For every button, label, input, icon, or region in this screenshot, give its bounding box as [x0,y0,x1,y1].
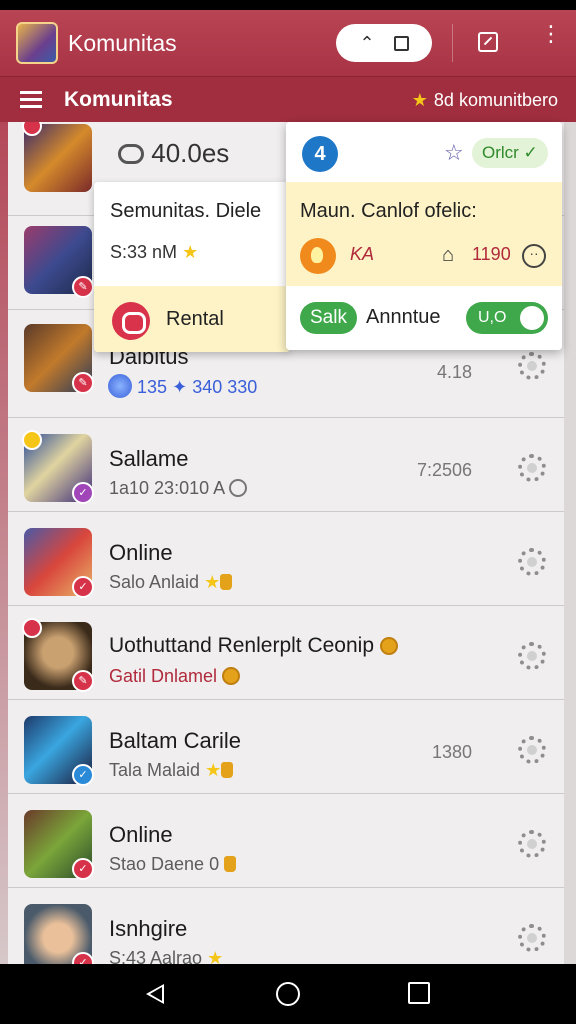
list-item[interactable]: ✓ Isnhgire S:43 Aalrao ★ [8,888,564,964]
diamond-icon [108,374,132,398]
menu-icon[interactable] [20,91,42,109]
list-item[interactable]: ✎ Uothuttand Renlerplt Ceonip Gatil Dnla… [8,606,564,700]
plus-icon: ✦ [172,377,188,397]
settings-icon[interactable] [518,642,546,670]
popup-title: Semunitas. Diele [110,200,262,222]
status-badge: ✓ [72,764,94,786]
coin-icon [222,667,241,685]
status-bar [0,0,576,10]
badge-icon [22,430,42,450]
home-button-icon[interactable] [276,982,300,1006]
popup-label: KA [350,244,375,264]
settings-icon[interactable] [518,454,546,482]
star-icon: ★ [182,242,199,262]
rental-label: Rental [166,308,224,330]
row-title: Sallame [109,446,189,471]
popup-number: 1190 [472,244,511,264]
row-subtitle: 1a10 23:010 A [109,478,225,498]
row-subtitle: Tala Malaid [109,760,201,780]
clock-icon [229,479,248,497]
row-title: Online [109,822,173,847]
app-title: Komunitas [68,30,177,56]
row-subtitle: S:43 Aalrao [109,948,203,964]
more-vert-icon[interactable]: ⋮ [540,23,562,45]
row-title: Isnhgire [109,916,188,941]
list-item[interactable]: ✓ Online Salo Anlaid ★ [8,512,564,606]
rental-action[interactable]: Rental [94,286,290,352]
window-controls-pill[interactable]: ⌃ [336,24,432,62]
bag-icon [224,856,237,872]
avatar: 4 [302,136,338,172]
system-nav-bar [0,964,576,1024]
settings-icon[interactable] [518,352,546,380]
status-badge: ✓ [72,576,94,598]
list-item[interactable]: ✓ Baltam Carile Tala Malaid ★ 1380 [8,700,564,794]
community-count: ★ 8d komunitbero [412,90,558,111]
row-subtitle: Gatil Dnlamel [109,666,218,686]
popup-footer: Salk Annntue U,O [286,286,562,350]
row-meta: 7:2506 [416,460,472,480]
chat-icon [112,302,150,340]
controller-icon [118,144,144,164]
app-bar: Komunitas ⌃ ⋮ [0,10,576,76]
list-item[interactable]: ✓ Online Stao Daene 0 [8,794,564,888]
star-icon: ★ [205,760,222,780]
fire-icon [300,238,336,274]
status-badge: ✎ [72,276,94,298]
star-icon: ★ [207,948,224,964]
footer-label: Annntue [366,306,441,328]
row-meta: 4.18 [436,362,472,382]
list-item[interactable]: ✓ Sallame 1a10 23:010 A 7:2506 [8,418,564,512]
edit-icon[interactable] [478,32,498,52]
square-icon[interactable] [393,35,409,51]
row-subtitle-secondary: 340 330 [192,377,258,397]
row-title: Baltam Carile [109,728,242,753]
toggle-switch[interactable]: U,O [466,302,548,334]
community-header: Komunitas ★ 8d komunitbero [0,76,576,122]
popup-header: 4 ☆ Orlcr ✓ [286,122,562,182]
star-outline-icon[interactable]: ☆ [444,140,464,166]
community-title: Komunitas [64,88,173,111]
recents-icon[interactable] [408,982,430,1004]
more-icon[interactable]: ·· [522,244,546,268]
bag-icon [220,574,233,590]
popup-subtitle: S:33 nM [110,242,178,262]
row-subtitle: Stao Daene 0 [109,854,220,874]
side-strip-right [564,122,576,964]
community-count-label: 8d komunitbero [433,90,558,110]
status-badge: ✎ [72,372,94,394]
settings-icon[interactable] [518,830,546,858]
toggle-label: U,O [478,309,507,326]
row-meta: 1380 [431,742,472,762]
salk-button[interactable]: Salk [300,302,357,334]
star-icon: ★ [411,90,428,110]
coin-icon [379,637,398,655]
home-icon: ⌂ [442,244,455,266]
divider [452,24,453,62]
popup-body: Maun. Canlof ofelic: KA ⌂ 1190 ·· [286,182,562,286]
settings-icon[interactable] [518,548,546,576]
row-subtitle: 135 [137,377,168,397]
detail-popup-card[interactable]: 4 ☆ Orlcr ✓ Maun. Canlof ofelic: KA ⌂ 11… [286,122,562,350]
row-title: Online [109,540,173,565]
settings-icon[interactable] [518,736,546,764]
app-logo-icon [16,22,58,64]
status-badge: ✎ [72,670,94,692]
back-icon[interactable] [146,984,164,1004]
star-icon: ★ [204,572,221,592]
row-subtitle: Salo Anlaid [109,572,200,592]
collapse-icon[interactable]: ⌃ [359,33,374,54]
status-badge: Orlcr ✓ [472,138,548,168]
row-title: Uothuttand Renlerplt Ceonip [109,634,375,657]
settings-icon[interactable] [518,924,546,952]
row-title: 40.0es [151,138,230,168]
toggle-knob [520,306,544,330]
bag-icon [221,762,234,778]
status-badge: ✓ [72,482,94,504]
badge-icon [22,618,42,638]
side-strip-left [0,122,8,964]
status-badge: ✓ [72,858,94,880]
popup-title: Maun. Canlof ofelic: [300,200,477,222]
community-popup-card[interactable]: Semunitas. Diele S:33 nM ★ Rental [94,182,290,352]
